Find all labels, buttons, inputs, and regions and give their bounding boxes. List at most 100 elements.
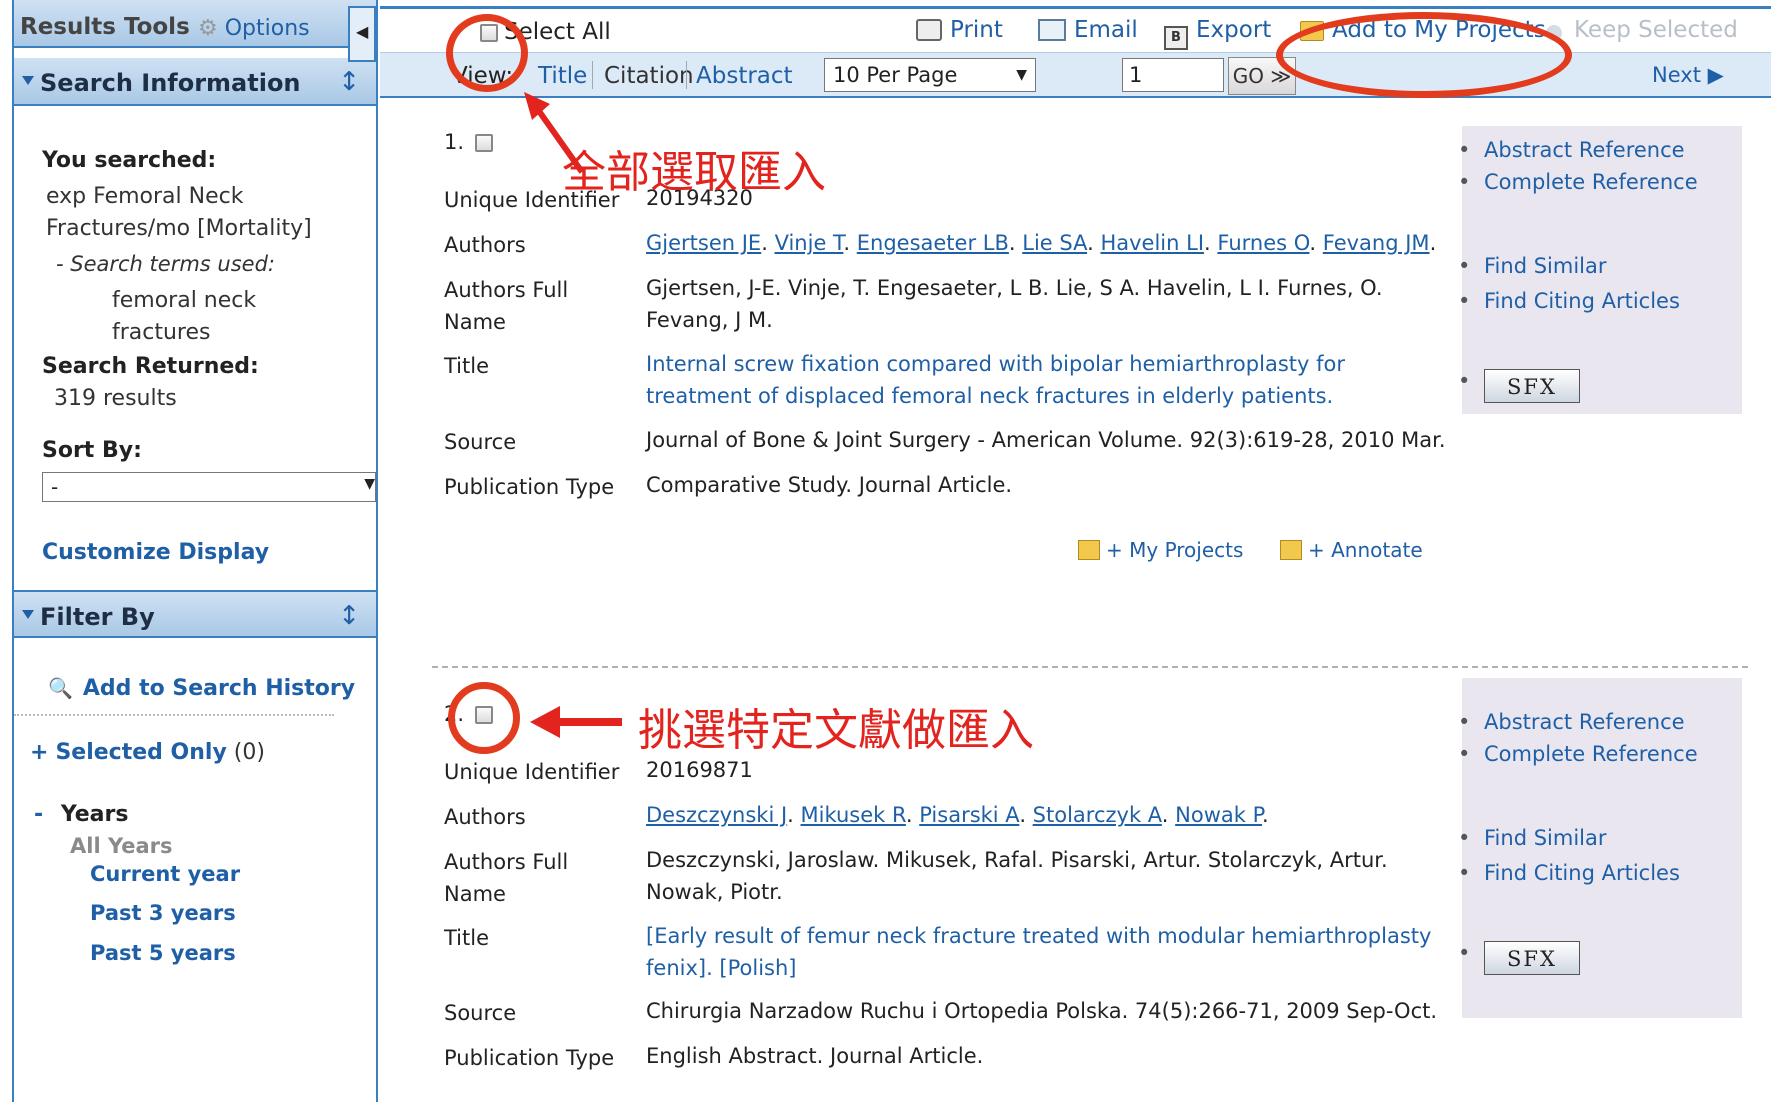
- author-link[interactable]: Lie SA: [1022, 231, 1087, 255]
- author-link[interactable]: Furnes O: [1217, 231, 1309, 255]
- field-value-authors-full-2: Nowak, Piotr.: [646, 880, 783, 904]
- my-projects-label: + My Projects: [1106, 538, 1244, 562]
- page-number-input[interactable]: 1: [1122, 58, 1224, 92]
- options-button[interactable]: ⚙ Options: [198, 16, 310, 41]
- email-button[interactable]: Email: [1038, 17, 1138, 43]
- record-side-links: Abstract Reference Complete Reference Fi…: [1458, 126, 1742, 414]
- record-title-link-2[interactable]: fenix]. [Polish]: [646, 951, 1436, 986]
- record-title-link-2[interactable]: treatment of displaced femoral neck frac…: [646, 379, 1436, 414]
- print-button[interactable]: Print: [916, 17, 1003, 43]
- view-abstract-link[interactable]: Abstract: [696, 63, 793, 89]
- next-page-link[interactable]: Next ▶: [1652, 63, 1724, 87]
- view-citation-link[interactable]: Citation: [604, 63, 694, 89]
- complete-reference-link[interactable]: Complete Reference: [1458, 742, 1698, 766]
- query-text-line1: exp Femoral Neck: [46, 184, 244, 209]
- find-similar-link[interactable]: Find Similar: [1458, 826, 1606, 850]
- export-button[interactable]: B Export: [1164, 17, 1271, 50]
- results-tools-panel: Results Tools ⚙ Options Search Informati…: [12, 0, 378, 1102]
- field-value-authors-full-1: Gjertsen, J-E. Vinje, T. Engesaeter, L B…: [646, 276, 1383, 300]
- field-label-authors-full-2: Name: [444, 882, 506, 906]
- record-separator: [432, 666, 1748, 668]
- search-returned-label: Search Returned:: [42, 354, 259, 379]
- record-checkbox-highlight-ring: [448, 682, 520, 754]
- record-select-checkbox[interactable]: [474, 134, 493, 152]
- per-page-select[interactable]: 10 Per Page ▼: [824, 58, 1036, 92]
- field-value-source: Journal of Bone & Joint Surgery - Americ…: [646, 428, 1446, 452]
- field-label-authors-full: Authors Full: [444, 850, 569, 874]
- annotate-link[interactable]: + Annotate: [1280, 538, 1423, 562]
- author-link[interactable]: Fevang JM: [1323, 231, 1430, 255]
- add-to-search-history-link[interactable]: 🔍 Add to Search History: [48, 676, 355, 701]
- find-similar-link[interactable]: Find Similar: [1458, 254, 1606, 278]
- field-label-authors: Authors: [444, 805, 526, 829]
- author-link[interactable]: Havelin LI: [1100, 231, 1204, 255]
- filter-by-header[interactable]: Filter By ↕: [14, 590, 376, 638]
- author-link[interactable]: Pisarski A: [919, 803, 1019, 827]
- author-link[interactable]: Vinje T: [775, 231, 844, 255]
- selected-count: (0): [233, 740, 265, 765]
- field-label-source: Source: [444, 430, 517, 454]
- keep-selected-button[interactable]: Keep Selected: [1546, 17, 1738, 43]
- search-information-header[interactable]: Search Information ↕: [14, 58, 376, 106]
- you-searched-label: You searched:: [42, 148, 217, 173]
- field-label-authors-full: Authors Full: [444, 278, 569, 302]
- options-label: Options: [224, 16, 310, 41]
- author-link[interactable]: Stolarczyk A: [1033, 803, 1162, 827]
- search-information-title: Search Information: [40, 69, 301, 97]
- complete-reference-link[interactable]: Complete Reference: [1458, 170, 1698, 194]
- sfx-logo-icon: SFX: [1484, 941, 1580, 975]
- field-label-pubtype: Publication Type: [444, 1046, 615, 1070]
- filter-by-title: Filter By: [40, 603, 155, 631]
- results-tools-header: Results Tools ⚙ Options: [14, 0, 376, 48]
- sfx-button[interactable]: SFX: [1458, 941, 1580, 975]
- record-number: 1.: [444, 130, 493, 154]
- results-tools-label: Results Tools: [20, 14, 190, 40]
- find-citing-articles-link[interactable]: Find Citing Articles: [1458, 861, 1680, 885]
- annotate-icon: [1280, 540, 1302, 560]
- search-term-line2: fractures: [112, 320, 211, 345]
- printer-icon: [916, 19, 942, 41]
- find-citing-articles-link[interactable]: Find Citing Articles: [1458, 289, 1680, 313]
- field-value-uid: 20169871: [646, 758, 753, 782]
- sort-by-select[interactable]: - ▼: [42, 472, 376, 502]
- chevron-down-icon: ▼: [1016, 67, 1027, 83]
- selected-only-label: Selected Only: [55, 740, 227, 765]
- field-label-uid: Unique Identifier: [444, 760, 620, 784]
- current-year-option[interactable]: Current year: [90, 862, 240, 886]
- select-specific-annotation: 挑選特定文獻做匯入: [638, 705, 1034, 756]
- expand-plus-icon: +: [30, 740, 49, 765]
- record-title-link-1[interactable]: [Early result of femur neck fracture tre…: [646, 919, 1436, 954]
- field-label-pubtype: Publication Type: [444, 475, 615, 499]
- author-link[interactable]: Engesaeter LB: [857, 231, 1009, 255]
- record-title-line1: Internal screw fixation compared with bi…: [646, 352, 1345, 376]
- sfx-button[interactable]: SFX: [1458, 369, 1580, 403]
- author-link[interactable]: Deszczynski J: [646, 803, 787, 827]
- gear-icon: ⚙: [198, 16, 218, 41]
- author-link[interactable]: Mikusek R: [801, 803, 906, 827]
- resize-arrow-icon[interactable]: ↕: [338, 67, 360, 97]
- selected-only-filter[interactable]: + Selected Only (0): [30, 740, 265, 765]
- divider: [686, 61, 687, 89]
- my-projects-link[interactable]: + My Projects: [1078, 538, 1243, 562]
- abstract-reference-link[interactable]: Abstract Reference: [1458, 710, 1685, 734]
- all-years-option[interactable]: All Years: [70, 834, 173, 858]
- collapse-minus-icon: -: [34, 802, 44, 827]
- past-3-years-option[interactable]: Past 3 years: [90, 901, 236, 925]
- email-label: Email: [1074, 17, 1138, 43]
- field-label-authors-full-2: Name: [444, 310, 506, 334]
- field-value-pubtype: Comparative Study. Journal Article.: [646, 473, 1013, 497]
- author-link[interactable]: Gjertsen JE: [646, 231, 761, 255]
- field-label-source: Source: [444, 1001, 517, 1025]
- field-value-authors: Deszczynski J. Mikusek R. Pisarski A. St…: [646, 803, 1269, 827]
- years-label: Years: [60, 802, 129, 827]
- resize-arrow-icon[interactable]: ↕: [338, 601, 360, 631]
- customize-display-link[interactable]: Customize Display: [42, 540, 269, 565]
- author-link[interactable]: Nowak P: [1175, 803, 1262, 827]
- view-title-link[interactable]: Title: [538, 63, 587, 89]
- years-filter-toggle[interactable]: - Years: [34, 802, 128, 827]
- divider: [14, 714, 334, 716]
- past-5-years-option[interactable]: Past 5 years: [90, 941, 236, 965]
- record-title-link-1[interactable]: Internal screw fixation compared with bi…: [646, 347, 1436, 382]
- abstract-reference-link[interactable]: Abstract Reference: [1458, 138, 1685, 162]
- collapse-panel-button[interactable]: ◀: [348, 6, 376, 62]
